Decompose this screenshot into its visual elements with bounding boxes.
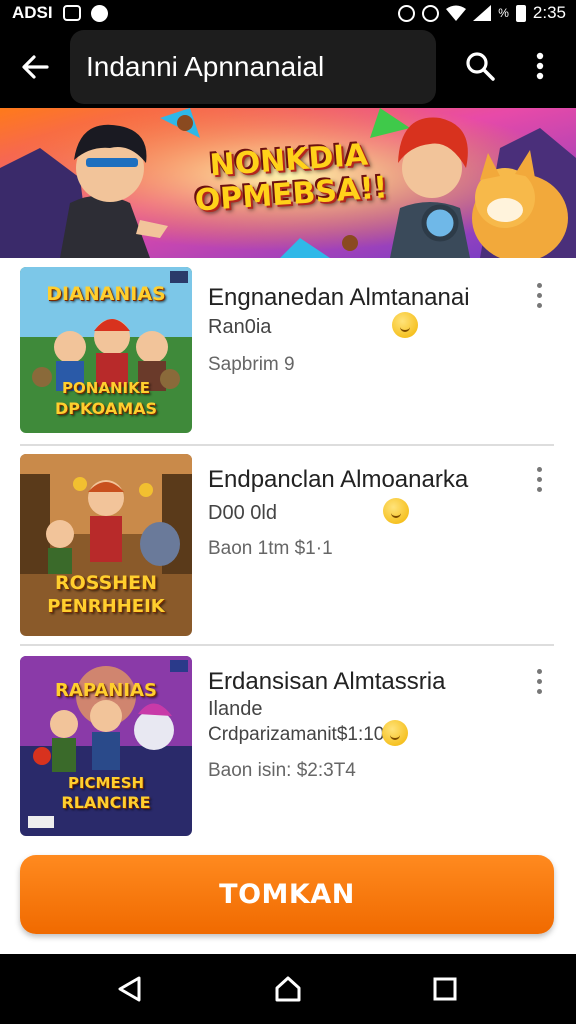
- signal-percent: %: [498, 6, 509, 20]
- thumbnail-bottom-text-2: RLANCIRE: [61, 793, 151, 812]
- home-icon: [275, 976, 301, 1002]
- thumbnail-bottom-text-1: PONANIKE: [62, 379, 150, 397]
- hero-banner[interactable]: NONKDIA OPMEBSA!!: [0, 108, 576, 258]
- back-arrow-icon: [22, 55, 49, 79]
- nav-back-button[interactable]: [104, 964, 154, 1014]
- item-meta: Baon 1tm $1·1: [208, 538, 333, 559]
- thumbnail-top-text: RAPANIAS: [55, 680, 157, 701]
- item-more-options-icon[interactable]: [528, 280, 550, 310]
- more-vert-icon: [536, 52, 544, 80]
- app-list: DIANANIAS PONANIKE DPKOAMAS Engnanedan A…: [0, 258, 576, 954]
- more-options-button[interactable]: [520, 44, 560, 88]
- item-thumbnail[interactable]: RAPANIAS PICMESH RLANCIRE: [20, 656, 192, 836]
- primary-action-button[interactable]: TOMKAN: [20, 855, 554, 934]
- app-bar: Indanni Apnnanaial: [0, 26, 576, 108]
- status-left: ADSI: [12, 3, 108, 23]
- item-title: Engnanedan Almtananai: [208, 284, 470, 311]
- nav-home-button[interactable]: [263, 964, 313, 1014]
- item-subtitle: Ilande: [208, 698, 263, 720]
- page-title: Indanni Apnnanaial: [70, 30, 436, 104]
- item-meta: Baon isin: $2:3T4: [208, 760, 356, 781]
- rating-emoji-icon: [382, 720, 408, 746]
- thumbnail-bottom-text-2: DPKOAMAS: [54, 399, 158, 418]
- item-title: Endpanclan Almoanarka: [208, 466, 469, 493]
- item-meta: Sapbrim 9: [208, 354, 295, 375]
- item-more-options-icon[interactable]: [528, 666, 550, 696]
- list-item[interactable]: DIANANIAS PONANIKE DPKOAMAS Engnanedan A…: [0, 258, 576, 444]
- list-item[interactable]: RAPANIAS PICMESH RLANCIRE Erdansisan Alm…: [0, 646, 576, 846]
- system-nav-bar: [0, 954, 576, 1024]
- item-price: Crdparizamanit$1:10: [208, 724, 385, 745]
- back-button[interactable]: [0, 26, 70, 108]
- thumbnail-bottom-text-1: ROSSHEN: [54, 572, 158, 594]
- rating-emoji-icon: [392, 312, 418, 338]
- item-more-options-icon[interactable]: [528, 464, 550, 494]
- status-right: % 2:35: [398, 3, 566, 23]
- item-subtitle: Ran0ia: [208, 316, 272, 338]
- alarm-icon: [398, 4, 416, 22]
- wifi-icon: [446, 5, 467, 21]
- thumbnail-top-text: DIANANIAS: [46, 283, 166, 305]
- carrier-text: ADSI: [12, 3, 53, 22]
- clock-time: 2:35: [532, 3, 566, 22]
- search-button[interactable]: [458, 44, 502, 88]
- thumbnail-bottom-text-1: PICMESH: [67, 774, 145, 792]
- item-thumbnail[interactable]: DIANANIAS PONANIKE DPKOAMAS: [20, 267, 192, 433]
- list-item[interactable]: ROSSHEN PENRHHEIK Endpanclan Almoanarka …: [0, 446, 576, 644]
- notification-dot-icon: [90, 4, 108, 22]
- notification-box-icon: [62, 5, 81, 21]
- recents-square-icon: [433, 977, 457, 1001]
- item-title: Erdansisan Almtassria: [208, 668, 446, 695]
- battery-icon: [515, 4, 526, 22]
- nav-recents-button[interactable]: [420, 964, 470, 1014]
- alarm-icon: [422, 4, 440, 22]
- signal-icon: [473, 5, 492, 21]
- item-thumbnail[interactable]: ROSSHEN PENRHHEIK: [20, 454, 192, 636]
- thumbnail-bottom-text-2: PENRHHEIK: [47, 596, 165, 617]
- rating-emoji-icon: [383, 498, 409, 524]
- status-bar: ADSI % 2:35: [0, 0, 576, 26]
- search-icon: [466, 52, 495, 81]
- banner-title: NONKDIA OPMEBSA!!: [188, 137, 392, 219]
- back-triangle-icon: [118, 976, 141, 1002]
- item-subtitle: D00 0ld: [208, 502, 277, 524]
